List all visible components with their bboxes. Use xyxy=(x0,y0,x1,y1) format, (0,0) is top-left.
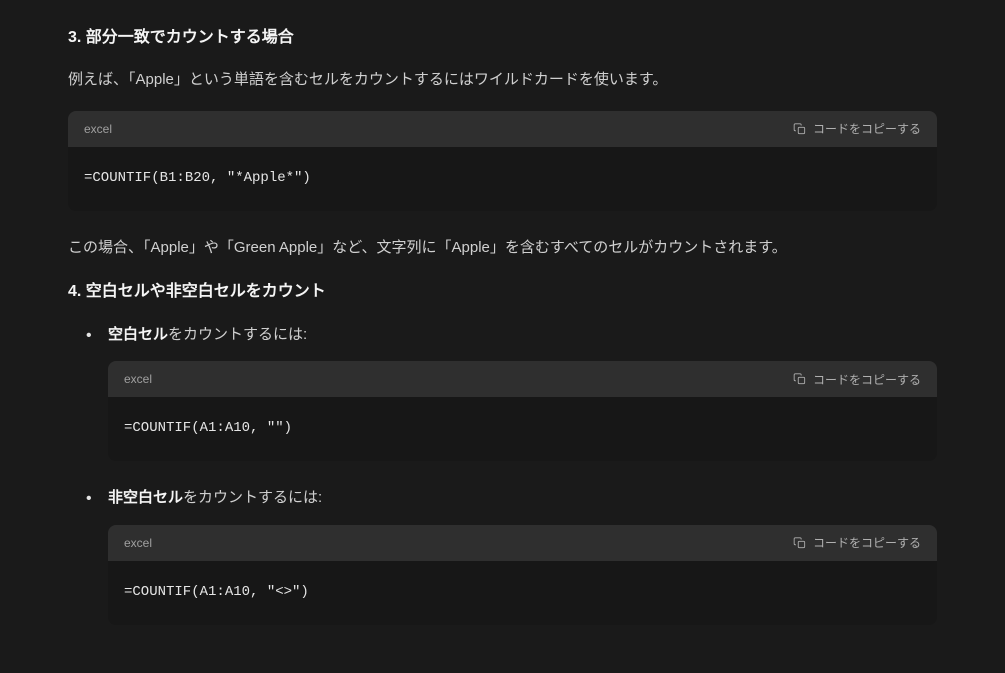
copy-code-label: コードをコピーする xyxy=(813,371,921,388)
list-item-label: 空白セルをカウントするには: xyxy=(108,322,937,348)
copy-code-label: コードをコピーする xyxy=(813,534,921,551)
code-content: =COUNTIF(B1:B20, "*Apple*") xyxy=(68,147,937,211)
section-3-heading: 3. 部分一致でカウントする場合 xyxy=(68,24,937,51)
list-item: 非空白セルをカウントするには: excel コードをコピーする =COUNTIF… xyxy=(68,485,937,625)
copy-icon xyxy=(793,536,807,550)
copy-code-button[interactable]: コードをコピーする xyxy=(793,120,921,137)
code-content: =COUNTIF(A1:A10, "<>") xyxy=(108,561,937,625)
code-header: excel コードをコピーする xyxy=(108,361,937,397)
section-3-intro: 例えば、「Apple」という単語を含むセルをカウントするにはワイルドカードを使い… xyxy=(68,67,937,93)
code-block: excel コードをコピーする =COUNTIF(A1:A10, "<>") xyxy=(108,525,937,625)
list-item: 空白セルをカウントするには: excel コードをコピーする =COUNTIF(… xyxy=(68,322,937,462)
copy-icon xyxy=(793,122,807,136)
code-lang-label: excel xyxy=(84,119,112,139)
code-lang-label: excel xyxy=(124,533,152,553)
section-4-list: 空白セルをカウントするには: excel コードをコピーする =COUNTIF(… xyxy=(68,322,937,625)
copy-code-button[interactable]: コードをコピーする xyxy=(793,534,921,551)
code-content: =COUNTIF(A1:A10, "") xyxy=(108,397,937,461)
code-lang-label: excel xyxy=(124,369,152,389)
code-header: excel コードをコピーする xyxy=(68,111,937,147)
copy-code-label: コードをコピーする xyxy=(813,120,921,137)
code-header: excel コードをコピーする xyxy=(108,525,937,561)
section-4-heading: 4. 空白セルや非空白セルをカウント xyxy=(68,278,937,305)
copy-code-button[interactable]: コードをコピーする xyxy=(793,371,921,388)
code-block: excel コードをコピーする =COUNTIF(A1:A10, "") xyxy=(108,361,937,461)
list-item-label: 非空白セルをカウントするには: xyxy=(108,485,937,511)
copy-icon xyxy=(793,372,807,386)
code-block: excel コードをコピーする =COUNTIF(B1:B20, "*Apple… xyxy=(68,111,937,211)
section-3-explanation: この場合、「Apple」や「Green Apple」など、文字列に「Apple」… xyxy=(68,235,937,261)
